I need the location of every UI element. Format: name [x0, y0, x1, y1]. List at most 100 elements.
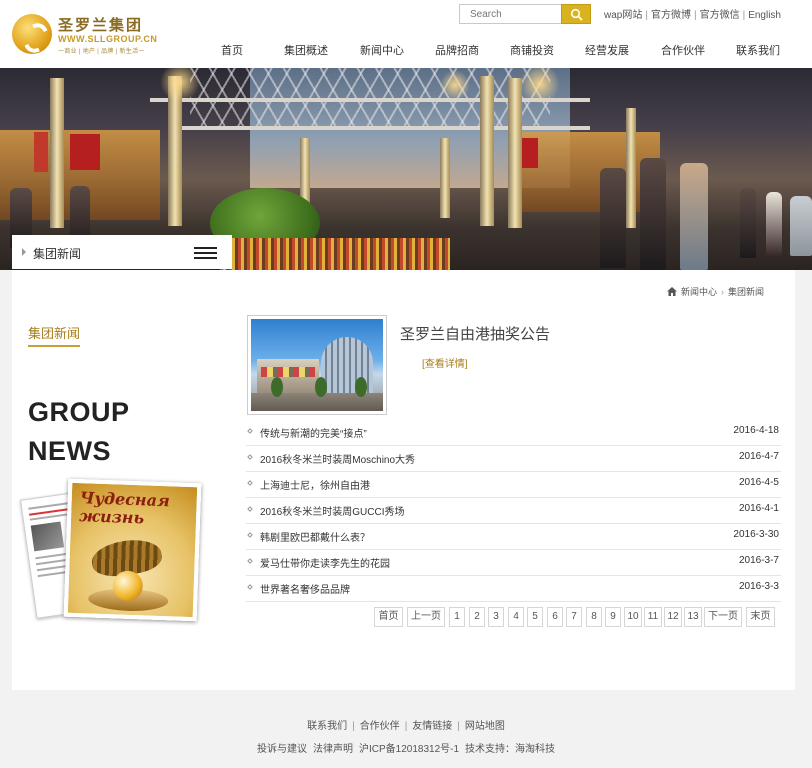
banner-shopper: [740, 188, 756, 258]
banner-column: [440, 138, 450, 218]
pager-page-button[interactable]: 13: [684, 607, 702, 627]
banner-section-title: 集团新闻: [33, 247, 82, 261]
sidebar-category-title[interactable]: 集团新闻: [28, 323, 81, 347]
nav-item-contact[interactable]: 联系我们: [736, 42, 780, 58]
news-item-title[interactable]: 传统与新潮的完美“接点”: [260, 425, 367, 440]
pager-prev-button[interactable]: 上一页: [407, 607, 445, 627]
news-list-item[interactable]: 上海迪士尼，徐州自由港 2016-4-5: [246, 472, 781, 498]
search-box: [459, 4, 591, 24]
footer-icp-number: 沪ICP备12018312号-1: [358, 744, 460, 755]
banner-shopper: [790, 196, 812, 256]
nav-item-news[interactable]: 新闻中心: [360, 42, 404, 58]
news-item-title[interactable]: 爱马仕带你走读李先生的花园: [260, 555, 390, 570]
news-list-item[interactable]: 2016秋冬米兰时装周GUCCI秀场 2016-4-1: [246, 498, 781, 524]
top-link-weibo[interactable]: 官方微博: [651, 10, 691, 21]
news-list-item[interactable]: 传统与新潮的完美“接点” 2016-4-18: [246, 420, 781, 446]
bullet-diamond-icon: [247, 480, 253, 486]
pager-page-button[interactable]: 8: [586, 607, 602, 627]
site-logo[interactable]: 圣罗兰集团 WWW.SLLGROUP.CN 一商业 | 地产 | 品牌 | 新生…: [12, 12, 157, 56]
banner-shopper: [600, 168, 626, 268]
featured-read-more-link[interactable]: [查看详情]: [422, 355, 468, 370]
separator: |: [352, 721, 355, 732]
banner-lamp-glow: [440, 70, 470, 100]
nav-item-overview[interactable]: 集团概述: [284, 42, 328, 58]
breadcrumb-group-news[interactable]: 集团新闻: [728, 287, 764, 297]
footer-feedback-link[interactable]: 投诉与建议: [257, 744, 307, 755]
nav-item-investment[interactable]: 商铺投资: [510, 42, 554, 58]
separator: |: [404, 721, 408, 732]
pager-next-button[interactable]: 下一页: [704, 607, 742, 627]
sidebar-heading: GROUP NEWS: [28, 393, 130, 471]
news-item-title[interactable]: 2016秋冬米兰时装周GUCCI秀场: [260, 503, 404, 518]
bullet-diamond-icon: [247, 454, 253, 460]
news-item-title[interactable]: 韩剧里欧巴都戴什么表？: [260, 529, 370, 544]
pager-page-button[interactable]: 11: [644, 607, 662, 627]
footer-legal-link[interactable]: 法律声明: [313, 744, 353, 755]
news-list: 传统与新潮的完美“接点” 2016-4-18 2016秋冬米兰时装周Moschin…: [246, 420, 781, 602]
news-item-date: 2016-3-7: [738, 555, 779, 566]
logo-tagline: 一商业 | 地产 | 品牌 | 新生活一: [58, 49, 145, 55]
footer-links: 联系我们 | 合作伙伴 | 友情链接 | 网站地图: [0, 717, 812, 732]
news-list-item[interactable]: 爱马仕带你走读李先生的花园 2016-3-7: [246, 550, 781, 576]
nav-item-home[interactable]: 首页: [221, 42, 243, 58]
banner-sign: [520, 138, 538, 168]
nav-item-development[interactable]: 经营发展: [585, 42, 629, 58]
nav-item-brand[interactable]: 品牌招商: [435, 42, 479, 58]
banner-shopper: [640, 158, 666, 270]
footer-link-contact[interactable]: 联系我们: [307, 721, 347, 732]
news-list-item[interactable]: 韩剧里欧巴都戴什么表？ 2016-3-30: [246, 524, 781, 550]
search-icon: [570, 8, 583, 21]
pager-page-button[interactable]: 9: [605, 607, 621, 627]
separator: |: [457, 721, 460, 732]
breadcrumb-separator: ›: [721, 287, 725, 297]
news-item-date: 2016-4-7: [738, 451, 779, 462]
pager-page-button[interactable]: 10: [624, 607, 642, 627]
breadcrumb: 新闻中心 › 集团新闻: [667, 285, 764, 298]
featured-news-title[interactable]: 圣罗兰自由港抽奖公告: [400, 323, 550, 344]
top-link-english[interactable]: English: [748, 10, 781, 21]
news-list-item[interactable]: 世界著名奢侈品品牌 2016-3-3: [246, 576, 781, 602]
featured-news-image[interactable]: [247, 315, 387, 415]
pager-page-button[interactable]: 7: [566, 607, 582, 627]
news-list-item[interactable]: 2016秋冬米兰时装周Moschino大秀 2016-4-7: [246, 446, 781, 472]
news-item-title[interactable]: 上海迪士尼，徐州自由港: [260, 477, 370, 492]
pager-page-button[interactable]: 4: [508, 607, 524, 627]
news-item-date: 2016-4-18: [733, 425, 779, 436]
hamburger-menu-icon[interactable]: [194, 247, 217, 259]
magazine-cover-image: Чудесная жизнь: [63, 478, 202, 622]
bullet-diamond-icon: [247, 584, 253, 590]
news-item-date: 2016-4-5: [738, 477, 779, 488]
pager-page-button[interactable]: 5: [527, 607, 543, 627]
sidebar-heading-line1: GROUP: [28, 397, 130, 427]
magazine-cover-title: Чудесная жизнь: [78, 488, 171, 528]
pager-page-button[interactable]: 12: [664, 607, 682, 627]
footer-link-partners[interactable]: 合作伙伴: [360, 721, 400, 732]
banner-sign: [70, 134, 100, 170]
pager-page-button[interactable]: 1: [449, 607, 465, 627]
footer-link-friends[interactable]: 友情链接: [412, 721, 452, 732]
search-input[interactable]: [460, 5, 562, 23]
footer-link-sitemap[interactable]: 网站地图: [465, 721, 505, 732]
banner-column: [50, 78, 64, 228]
pager-page-button[interactable]: 2: [469, 607, 485, 627]
separator: |: [693, 10, 697, 21]
pager-page-button[interactable]: 6: [547, 607, 563, 627]
news-item-title[interactable]: 2016秋冬米兰时装周Moschino大秀: [260, 451, 415, 466]
pager-first-button[interactable]: 首页: [374, 607, 403, 627]
logo-chinese-name: 圣罗兰集团: [58, 16, 144, 34]
news-item-title[interactable]: 世界著名奢侈品品牌: [260, 581, 350, 596]
pager-page-button[interactable]: 3: [488, 607, 504, 627]
top-link-wechat[interactable]: 官方微信: [700, 10, 740, 21]
banner-column: [480, 76, 494, 226]
top-link-wap[interactable]: wap网站: [604, 10, 642, 21]
news-item-date: 2016-4-1: [738, 503, 779, 514]
bullet-diamond-icon: [247, 558, 253, 564]
home-icon[interactable]: [667, 287, 677, 298]
search-button[interactable]: [561, 4, 591, 24]
bullet-diamond-icon: [247, 506, 253, 512]
breadcrumb-news-center[interactable]: 新闻中心: [681, 287, 717, 297]
pager-last-button[interactable]: 末页: [746, 607, 775, 627]
banner-beam: [150, 98, 590, 102]
nav-item-partners[interactable]: 合作伙伴: [661, 42, 705, 58]
footer-info: 投诉与建议 法律声明 沪ICP备12018312号-1 技术支持：海淘科技: [0, 740, 812, 755]
